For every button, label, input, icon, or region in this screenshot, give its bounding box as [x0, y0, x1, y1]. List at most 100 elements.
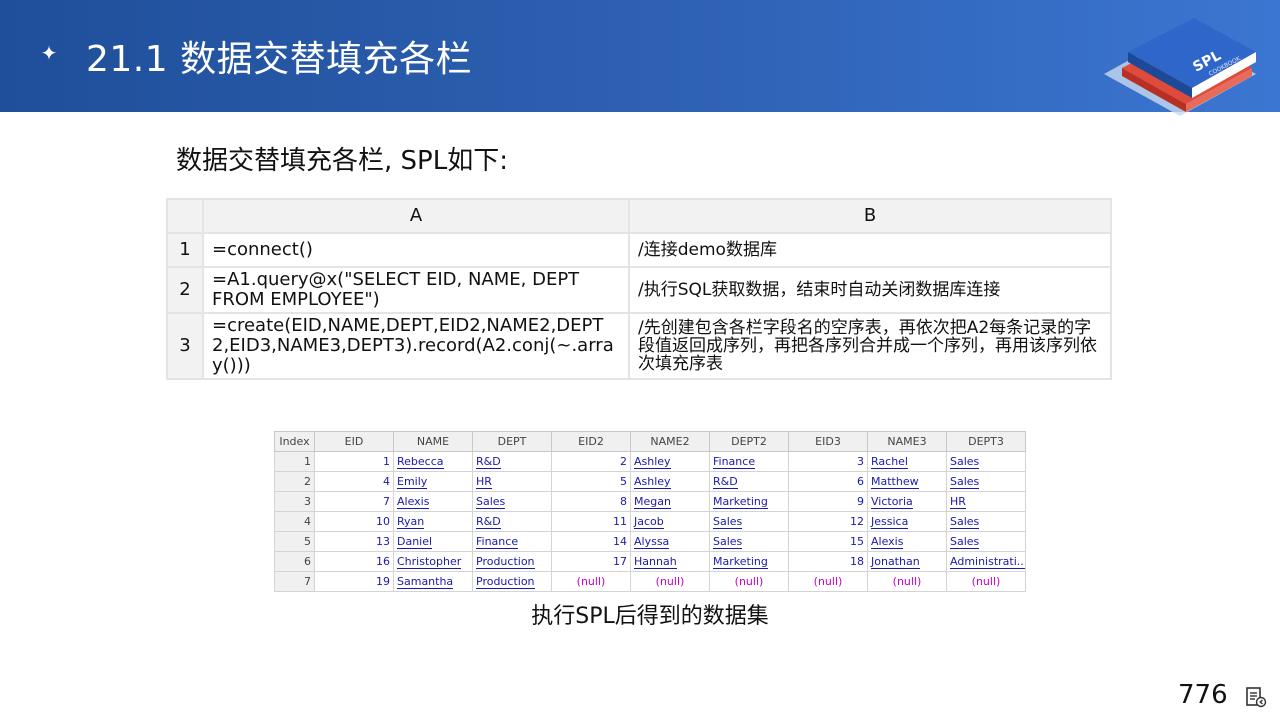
- cell-dept2[interactable]: Finance: [709, 451, 789, 472]
- cell-eid[interactable]: 13: [314, 531, 394, 552]
- sparkle-icon: ✦: [40, 41, 58, 65]
- cell-dept3[interactable]: HR: [946, 491, 1026, 512]
- column-header-dept3[interactable]: DEPT3: [946, 431, 1026, 452]
- cell-a1[interactable]: =connect(): [202, 232, 630, 268]
- cell-eid3[interactable]: (null): [788, 571, 868, 592]
- cell-eid3[interactable]: 18: [788, 551, 868, 572]
- cell-name2[interactable]: (null): [630, 571, 710, 592]
- cell-dept3[interactable]: Administrati...: [946, 551, 1026, 572]
- cell-eid2[interactable]: 5: [551, 471, 631, 492]
- cell-eid2[interactable]: 11: [551, 511, 631, 532]
- column-header-name3[interactable]: NAME3: [867, 431, 947, 452]
- spl-cookbook-logo: SPL COOKBOOK: [1104, 18, 1256, 116]
- row-index: 4: [274, 511, 315, 532]
- cell-value: Sales: [713, 515, 743, 529]
- column-header-name2[interactable]: NAME2: [630, 431, 710, 452]
- cell-name2[interactable]: Ashley: [630, 451, 710, 472]
- cell-eid2[interactable]: 17: [551, 551, 631, 572]
- cell-eid3[interactable]: 15: [788, 531, 868, 552]
- cell-dept3[interactable]: Sales: [946, 451, 1026, 472]
- row-number[interactable]: 3: [166, 312, 204, 380]
- cell-dept2[interactable]: (null): [709, 571, 789, 592]
- cell-name3[interactable]: (null): [867, 571, 947, 592]
- cell-b2[interactable]: /执行SQL获取数据，结束时自动关闭数据库连接: [628, 266, 1112, 314]
- cell-eid3[interactable]: 6: [788, 471, 868, 492]
- cell-dept3[interactable]: Sales: [946, 531, 1026, 552]
- cell-a2[interactable]: =A1.query@x("SELECT EID, NAME, DEPT FROM…: [202, 266, 630, 314]
- cell-eid3[interactable]: 12: [788, 511, 868, 532]
- row-number[interactable]: 1: [166, 232, 204, 268]
- cell-dept[interactable]: Sales: [472, 491, 552, 512]
- cell-name[interactable]: Ryan: [393, 511, 473, 532]
- cell-name2[interactable]: Ashley: [630, 471, 710, 492]
- cell-name2[interactable]: Alyssa: [630, 531, 710, 552]
- column-header-eid3[interactable]: EID3: [788, 431, 868, 452]
- slide-title: 21.1 数据交替填充各栏: [86, 39, 473, 80]
- cell-dept2[interactable]: R&D: [709, 471, 789, 492]
- column-header-eid2[interactable]: EID2: [551, 431, 631, 452]
- column-header-a[interactable]: A: [202, 198, 630, 234]
- cell-eid3[interactable]: 9: [788, 491, 868, 512]
- cell-name[interactable]: Daniel: [393, 531, 473, 552]
- cell-b1[interactable]: /连接demo数据库: [628, 232, 1112, 268]
- cell-name3[interactable]: Matthew: [867, 471, 947, 492]
- cell-name[interactable]: Rebecca: [393, 451, 473, 472]
- cell-eid2[interactable]: (null): [551, 571, 631, 592]
- table-row[interactable]: 5 13 Daniel Finance 14 Alyssa Sales 15 Alexis Sal…: [274, 531, 1026, 552]
- column-header-name[interactable]: NAME: [393, 431, 473, 452]
- section-subtitle: 数据交替填充各栏, SPL如下:: [176, 146, 508, 176]
- slide-header: ✦ 21.1 数据交替填充各栏 SPL COOKBOOK: [0, 0, 1280, 116]
- cell-eid[interactable]: 16: [314, 551, 394, 572]
- slide-nav-icon[interactable]: [1244, 685, 1268, 709]
- row-number[interactable]: 2: [166, 266, 204, 314]
- cell-eid2[interactable]: 2: [551, 451, 631, 472]
- cell-eid[interactable]: 19: [314, 571, 394, 592]
- cell-name[interactable]: Alexis: [393, 491, 473, 512]
- column-header-dept[interactable]: DEPT: [472, 431, 552, 452]
- cell-eid[interactable]: 1: [314, 451, 394, 472]
- cell-b3[interactable]: /先创建包含各栏字段名的空序表，再依次把A2每条记录的字段值返回成序列，再把各序…: [628, 312, 1112, 380]
- cell-value: Victoria: [871, 495, 913, 509]
- column-header-index[interactable]: Index: [274, 431, 315, 452]
- cell-dept[interactable]: R&D: [472, 511, 552, 532]
- cell-name3[interactable]: Rachel: [867, 451, 947, 472]
- cell-name2[interactable]: Jacob: [630, 511, 710, 532]
- cell-dept[interactable]: Production: [472, 571, 552, 592]
- cell-dept[interactable]: R&D: [472, 451, 552, 472]
- table-row[interactable]: 2 4 Emily HR 5 Ashley R&D 6 Matthew Sales: [274, 471, 1026, 492]
- column-header-b[interactable]: B: [628, 198, 1112, 234]
- cell-dept2[interactable]: Marketing: [709, 491, 789, 512]
- cell-name[interactable]: Samantha: [393, 571, 473, 592]
- cell-dept2[interactable]: Sales: [709, 531, 789, 552]
- cell-name3[interactable]: Alexis: [867, 531, 947, 552]
- cell-eid3[interactable]: 3: [788, 451, 868, 472]
- cell-name[interactable]: Emily: [393, 471, 473, 492]
- cell-dept[interactable]: HR: [472, 471, 552, 492]
- cell-dept3[interactable]: Sales: [946, 471, 1026, 492]
- cell-eid[interactable]: 4: [314, 471, 394, 492]
- cell-name3[interactable]: Victoria: [867, 491, 947, 512]
- cell-name3[interactable]: Jessica: [867, 511, 947, 532]
- cell-eid[interactable]: 7: [314, 491, 394, 512]
- cell-dept3[interactable]: Sales: [946, 511, 1026, 532]
- column-header-eid[interactable]: EID: [314, 431, 394, 452]
- table-row[interactable]: 7 19 Samantha Production (null) (null) (null)(…: [274, 571, 1026, 592]
- cell-name[interactable]: Christopher: [393, 551, 473, 572]
- cell-dept[interactable]: Finance: [472, 531, 552, 552]
- cell-eid[interactable]: 10: [314, 511, 394, 532]
- cell-name3[interactable]: Jonathan: [867, 551, 947, 572]
- cell-eid2[interactable]: 8: [551, 491, 631, 512]
- cell-dept3[interactable]: (null): [946, 571, 1026, 592]
- cell-name2[interactable]: Megan: [630, 491, 710, 512]
- cell-dept[interactable]: Production: [472, 551, 552, 572]
- cell-dept2[interactable]: Sales: [709, 511, 789, 532]
- cell-dept2[interactable]: Marketing: [709, 551, 789, 572]
- column-header-dept2[interactable]: DEPT2: [709, 431, 789, 452]
- table-row[interactable]: 1 1 Rebecca R&D 2 Ashley Finance 3 Rachel Sales: [274, 451, 1026, 472]
- cell-eid2[interactable]: 14: [551, 531, 631, 552]
- cell-a3[interactable]: =create(EID,NAME,DEPT,EID2,NAME2,DEPT2,E…: [202, 312, 630, 380]
- table-row[interactable]: 3 7 Alexis Sales 8 Megan Marketing 9 Victoria HR: [274, 491, 1026, 512]
- table-row[interactable]: 6 16 Christopher Production 17 Hannah Marketin…: [274, 551, 1026, 572]
- cell-name2[interactable]: Hannah: [630, 551, 710, 572]
- table-row[interactable]: 4 10 Ryan R&D 11 Jacob Sales 12 Jessica Sales: [274, 511, 1026, 532]
